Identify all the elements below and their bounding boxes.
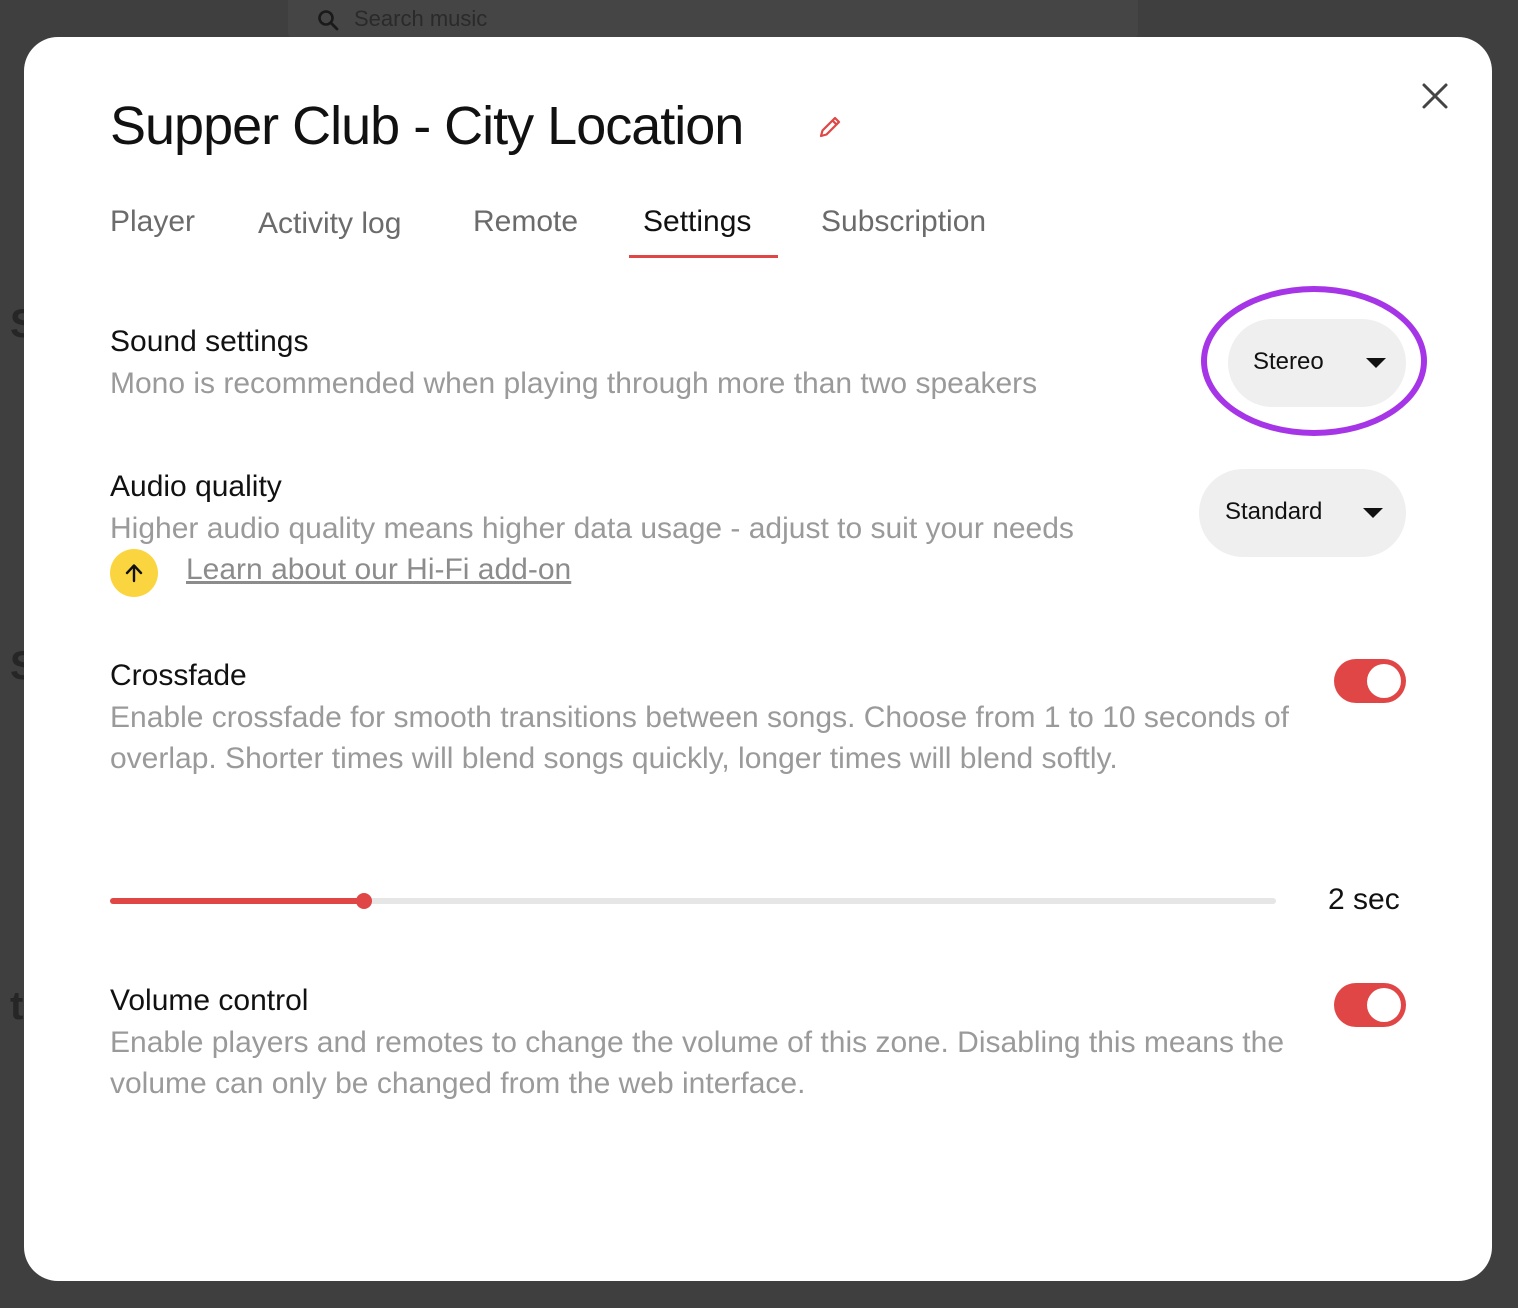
crossfade-slider[interactable] [110, 893, 1276, 909]
crossfade-value: 2 sec [1328, 883, 1400, 916]
zone-settings-modal: Supper Club - City Location Player Activ… [24, 37, 1492, 1281]
sound-settings-section: Sound settings Mono is recommended when … [110, 325, 1190, 404]
tab-activity-log[interactable]: Activity log [258, 207, 401, 261]
audio-quality-selected: Standard [1225, 498, 1323, 525]
pencil-icon[interactable] [814, 111, 846, 143]
search-icon [318, 10, 339, 31]
crossfade-section: Crossfade Enable crossfade for smooth tr… [110, 659, 1290, 779]
slider-fill [110, 898, 364, 904]
tab-settings[interactable]: Settings [643, 205, 751, 259]
chevron-down-icon [1363, 508, 1383, 518]
highlight-annotation [1201, 286, 1427, 436]
slider-handle[interactable] [356, 893, 372, 909]
volume-control-toggle[interactable] [1334, 983, 1406, 1027]
audio-quality-section: Audio quality Higher audio quality means… [110, 470, 1190, 549]
toggle-knob [1367, 988, 1401, 1022]
hifi-addon-link[interactable]: Learn about our Hi-Fi add-on [186, 553, 571, 587]
background-search-placeholder: Search music [354, 6, 488, 31]
audio-quality-title: Audio quality [110, 470, 282, 503]
tab-bar: Player Activity log Remote Settings Subs… [110, 205, 1110, 261]
background-search-bar: Search music [288, 0, 1138, 40]
volume-control-title: Volume control [110, 984, 309, 1017]
crossfade-description: Enable crossfade for smooth transitions … [110, 701, 1289, 775]
background-fragment: t [10, 984, 24, 1028]
audio-quality-description: Higher audio quality means higher data u… [110, 512, 1074, 545]
volume-control-description: Enable players and remotes to change the… [110, 1026, 1285, 1100]
zone-title: Supper Club - City Location [110, 96, 744, 156]
crossfade-toggle[interactable] [1334, 659, 1406, 703]
tab-remote[interactable]: Remote [473, 205, 578, 259]
audio-quality-dropdown[interactable]: Standard [1199, 469, 1406, 557]
sound-settings-title: Sound settings [110, 325, 309, 358]
tab-player[interactable]: Player [110, 205, 195, 259]
crossfade-title: Crossfade [110, 659, 247, 692]
volume-control-section: Volume control Enable players and remote… [110, 984, 1290, 1104]
toggle-knob [1367, 664, 1401, 698]
sound-settings-description: Mono is recommended when playing through… [110, 367, 1038, 400]
tab-subscription[interactable]: Subscription [821, 205, 986, 259]
close-icon[interactable] [1416, 77, 1454, 115]
upgrade-arrow-icon [110, 549, 158, 597]
active-tab-indicator [629, 255, 778, 258]
